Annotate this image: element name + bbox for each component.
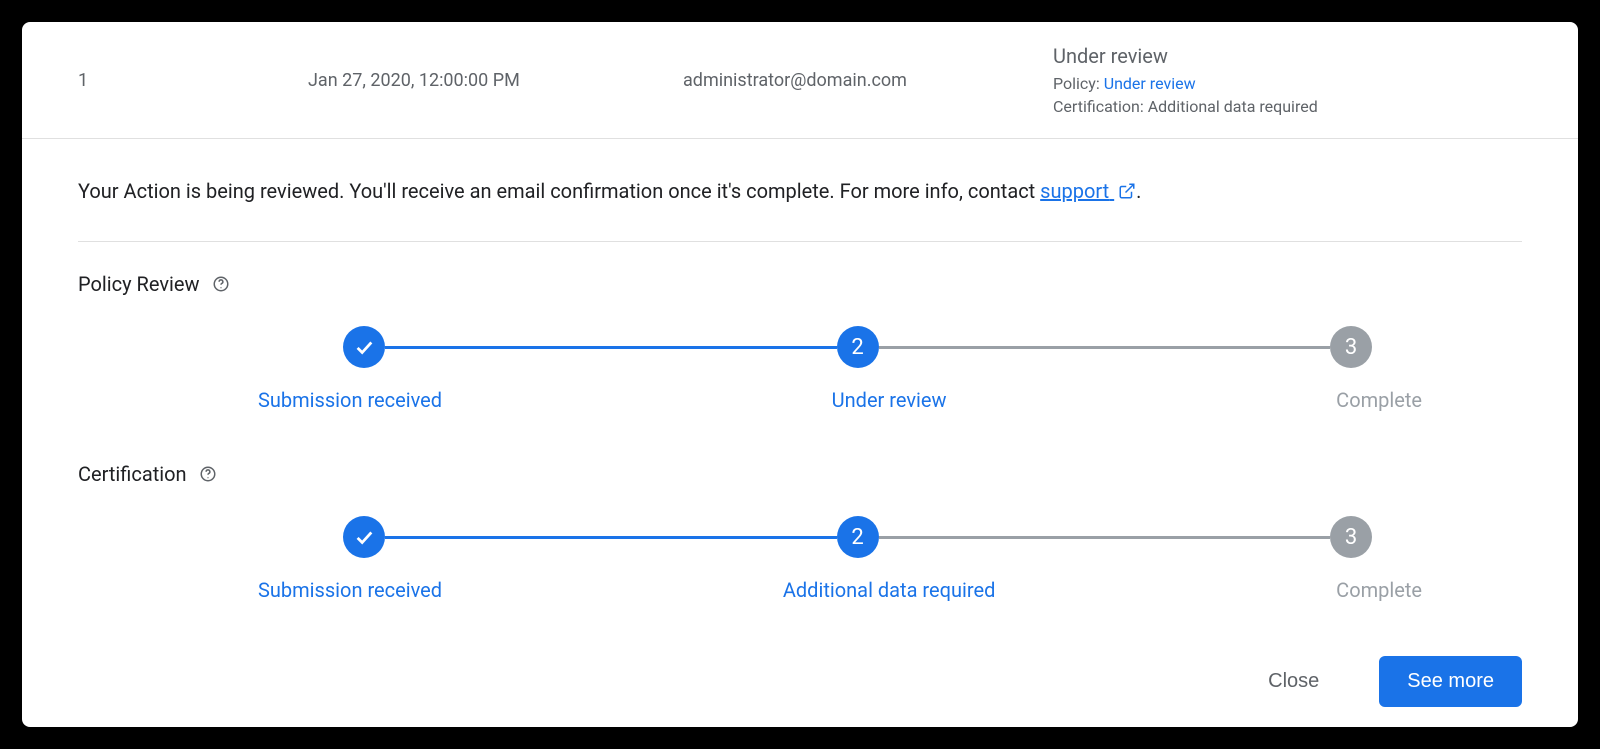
status-policy: Policy: Under review (1053, 74, 1538, 93)
cert-step-3-node: 3 (1330, 516, 1372, 558)
summary-status: Under review Policy: Under review Certif… (1053, 44, 1538, 116)
policy-review-labels: Submission received Under review Complet… (78, 388, 1522, 412)
status-cert: Certification: Additional data required (1053, 97, 1538, 116)
policy-step-3-node: 3 (1330, 326, 1372, 368)
status-cert-label: Certification: (1053, 97, 1144, 116)
policy-review-stepper: 2 3 Submission received Under review Com… (78, 326, 1522, 412)
certification-label: Certification (78, 462, 1522, 486)
see-more-button[interactable]: See more (1379, 656, 1522, 707)
help-icon[interactable] (199, 465, 217, 483)
divider (78, 241, 1522, 242)
cert-step-2-label: Additional data required (783, 578, 996, 602)
policy-review-label: Policy Review (78, 272, 1522, 296)
cert-step-1-label: Submission received (258, 578, 442, 602)
policy-review-title: Policy Review (78, 272, 200, 296)
certification-labels: Submission received Additional data requ… (78, 578, 1522, 602)
policy-step-2-label: Under review (832, 388, 947, 412)
summary-number: 1 (78, 70, 308, 91)
cert-connector-2 (879, 536, 1331, 539)
status-policy-label: Policy: (1053, 74, 1100, 93)
status-policy-link[interactable]: Under review (1104, 74, 1196, 93)
certification-title: Certification (78, 462, 187, 486)
review-panel: 1 Jan 27, 2020, 12:00:00 PM administrato… (22, 22, 1578, 727)
footer-actions: Close See more (1248, 656, 1522, 707)
policy-step-1-label: Submission received (258, 388, 442, 412)
policy-review-track: 2 3 (78, 326, 1522, 368)
help-icon[interactable] (212, 275, 230, 293)
status-title: Under review (1053, 44, 1538, 68)
policy-step-2-node: 2 (837, 326, 879, 368)
panel-body: Your Action is being reviewed. You'll re… (22, 139, 1578, 602)
policy-connector-2 (879, 346, 1331, 349)
certification-stepper: 2 3 Submission received Additional data … (78, 516, 1522, 602)
cert-step-1-node (343, 516, 385, 558)
policy-connector-1 (385, 346, 837, 349)
status-cert-value: Additional data required (1148, 97, 1318, 116)
intro-part-b: . (1136, 179, 1141, 203)
cert-connector-1 (385, 536, 837, 539)
check-icon (353, 336, 375, 358)
policy-step-3-label: Complete (1336, 388, 1422, 412)
support-link[interactable]: support (1040, 179, 1136, 203)
summary-email: administrator@domain.com (683, 70, 1053, 91)
certification-track: 2 3 (78, 516, 1522, 558)
cert-step-2-node: 2 (837, 516, 879, 558)
close-button[interactable]: Close (1248, 658, 1339, 705)
policy-step-1-node (343, 326, 385, 368)
external-link-icon (1118, 182, 1136, 200)
summary-date: Jan 27, 2020, 12:00:00 PM (308, 70, 683, 91)
cert-step-3-label: Complete (1336, 578, 1422, 602)
check-icon (353, 526, 375, 548)
intro-part-a: Your Action is being reviewed. You'll re… (78, 179, 1040, 203)
intro-text: Your Action is being reviewed. You'll re… (78, 179, 1522, 203)
summary-row: 1 Jan 27, 2020, 12:00:00 PM administrato… (22, 22, 1578, 139)
